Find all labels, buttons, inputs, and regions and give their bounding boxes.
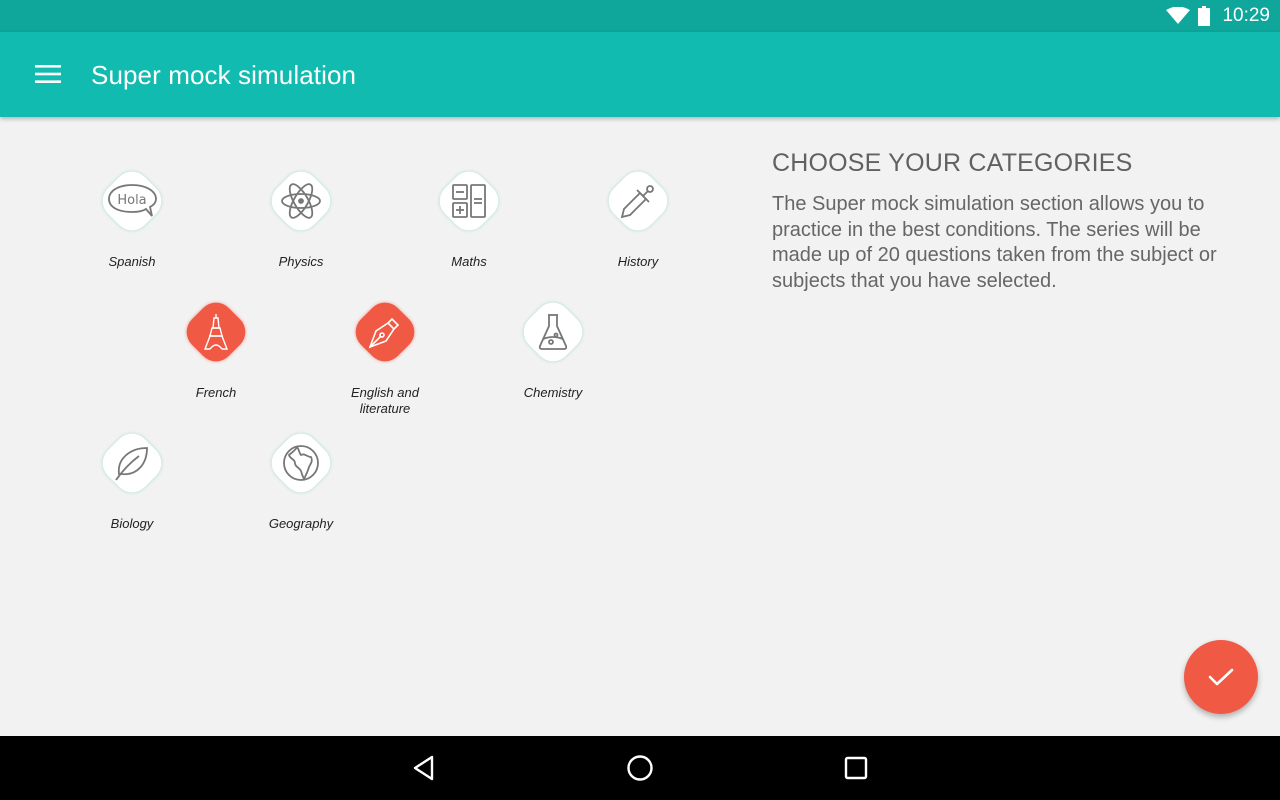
category-spanish[interactable]: Hola Spanish xyxy=(72,167,192,270)
recents-button[interactable] xyxy=(836,752,876,784)
flask-icon xyxy=(538,314,568,350)
status-time: 10:29 xyxy=(1222,5,1270,26)
category-label: Geography xyxy=(268,516,334,531)
info-panel: CHOOSE YOUR CATEGORIES The Super mock si… xyxy=(772,149,1252,294)
category-english-and-literature[interactable]: English and literature xyxy=(325,298,445,417)
category-physics[interactable]: Physics xyxy=(241,167,361,270)
status-bar: 10:29 xyxy=(0,0,1280,32)
app-bar: Super mock simulation xyxy=(0,32,1280,117)
menu-button[interactable] xyxy=(30,58,66,90)
hola-speech-bubble-icon: Hola xyxy=(108,184,157,217)
confirm-button[interactable] xyxy=(1184,640,1258,714)
home-icon xyxy=(627,755,653,781)
leaf-icon xyxy=(115,447,148,481)
wifi-icon xyxy=(1166,7,1191,24)
category-biology[interactable]: Biology xyxy=(72,429,192,532)
category-label: Spanish xyxy=(108,254,156,269)
check-icon xyxy=(1208,668,1234,686)
svg-text:Hola: Hola xyxy=(117,193,146,208)
app-title: Super mock simulation xyxy=(91,60,357,90)
info-title: CHOOSE YOUR CATEGORIES xyxy=(772,149,1133,177)
globe-icon xyxy=(283,445,319,482)
main-content: Hola Spanish Physics Maths History Frenc… xyxy=(0,117,1280,736)
category-label: French xyxy=(195,385,237,400)
home-button[interactable] xyxy=(620,752,660,784)
sword-icon xyxy=(620,185,654,219)
category-icon-tile xyxy=(351,298,419,366)
atom-icon xyxy=(281,183,321,219)
recents-icon xyxy=(844,756,868,780)
fountain-pen-icon xyxy=(368,317,400,349)
category-icon-tile xyxy=(98,429,166,497)
battery-icon xyxy=(1198,6,1211,26)
category-label: Physics xyxy=(278,254,324,269)
category-label: English and literature xyxy=(351,385,419,416)
eiffel-tower-icon xyxy=(203,314,229,350)
category-label: Chemistry xyxy=(523,385,583,400)
category-label: Maths xyxy=(451,254,487,269)
category-geography[interactable]: Geography xyxy=(241,429,361,532)
category-icon-tile: Hola xyxy=(98,167,166,235)
category-label: Biology xyxy=(110,516,154,531)
hamburger-menu-icon xyxy=(35,65,61,83)
back-icon xyxy=(413,755,434,781)
category-icon-tile xyxy=(267,429,335,497)
category-history[interactable]: History xyxy=(578,167,698,270)
category-icon-tile xyxy=(435,167,503,235)
category-maths[interactable]: Maths xyxy=(409,167,529,270)
navigation-bar xyxy=(0,736,1280,800)
category-french[interactable]: French xyxy=(156,298,276,401)
back-button[interactable] xyxy=(404,752,444,784)
category-icon-tile xyxy=(182,298,250,366)
calculator-icon xyxy=(452,184,486,218)
category-chemistry[interactable]: Chemistry xyxy=(493,298,613,401)
category-icon-tile xyxy=(267,167,335,235)
category-icon-tile xyxy=(519,298,587,366)
category-label: History xyxy=(617,254,659,269)
info-description: The Super mock simulation section allows… xyxy=(772,193,1217,292)
category-icon-tile xyxy=(604,167,672,235)
